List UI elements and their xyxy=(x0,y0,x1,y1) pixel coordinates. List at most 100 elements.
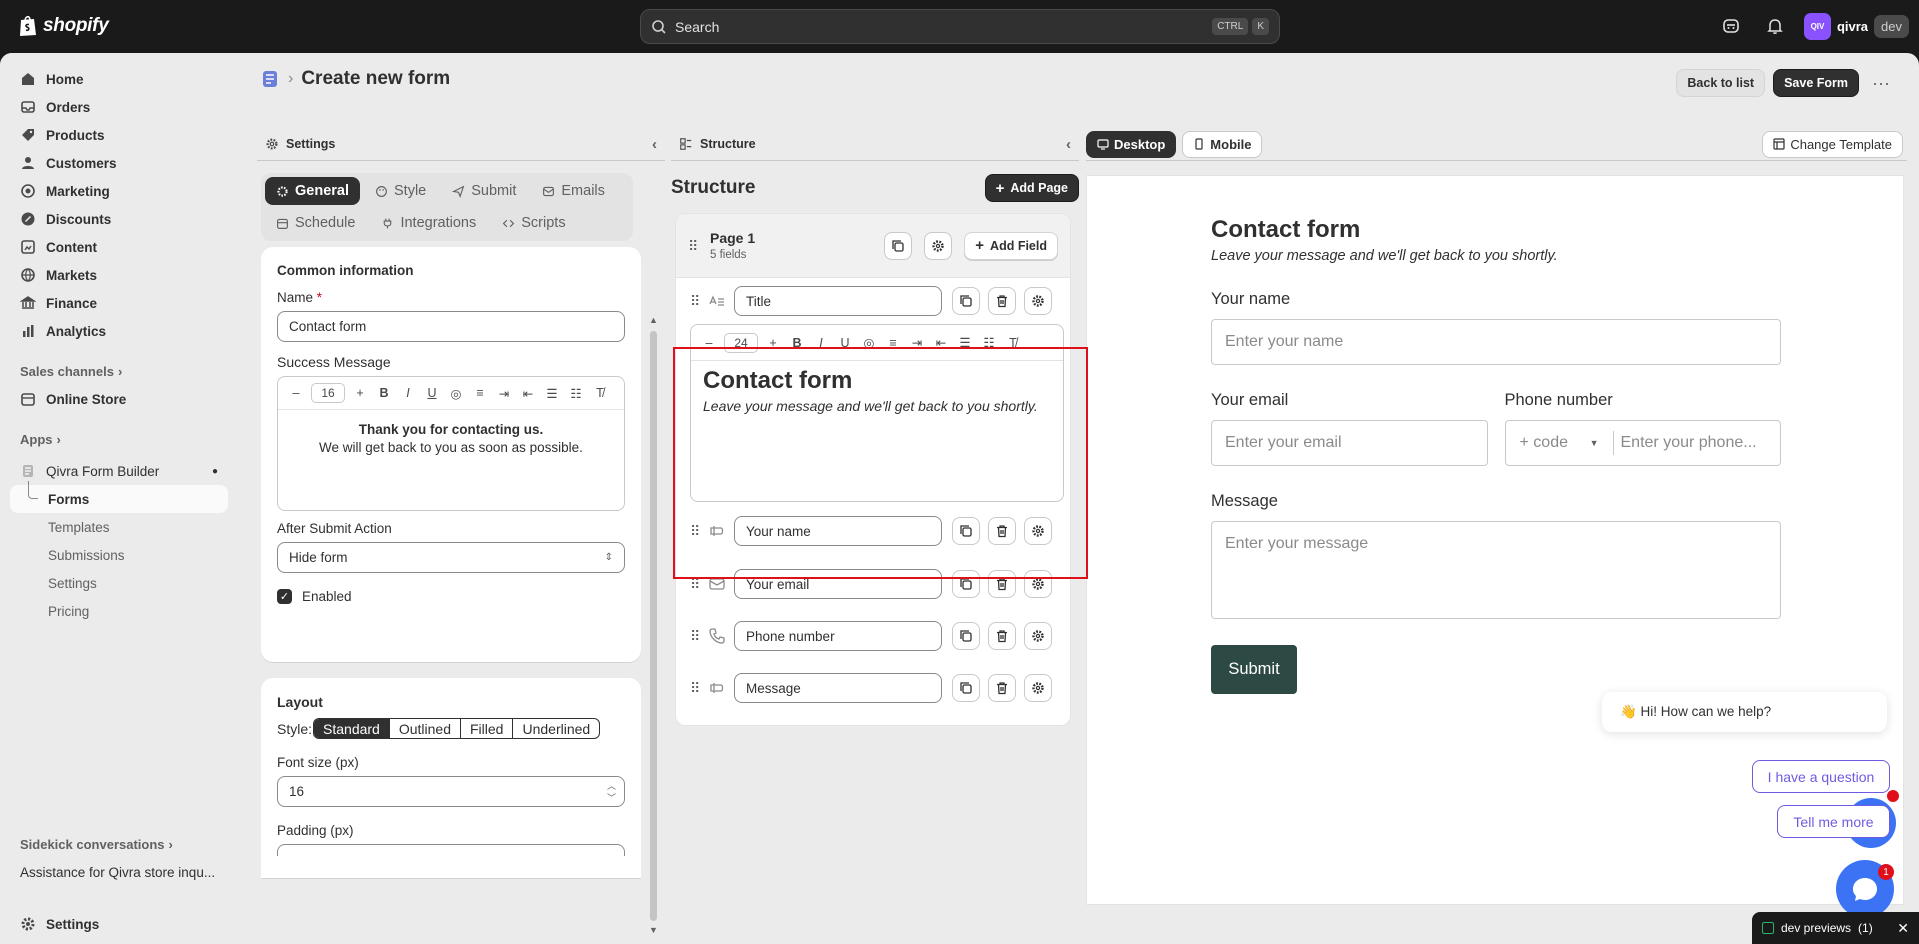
bullet-list-icon[interactable]: ☰ xyxy=(540,386,564,401)
sidebar-item-settings[interactable]: Settings xyxy=(10,910,228,938)
enabled-checkbox-row[interactable]: ✓ Enabled xyxy=(277,589,625,604)
sales-channels-header[interactable]: Sales channels › xyxy=(10,357,228,385)
change-template-button[interactable]: Change Template xyxy=(1762,130,1903,158)
color-palette-icon[interactable]: ◎ xyxy=(857,335,881,350)
sidebar-item-content[interactable]: Content xyxy=(10,233,228,261)
style-option-underlined[interactable]: Underlined xyxy=(512,719,599,738)
preview-submit-button[interactable]: Submit xyxy=(1211,645,1297,694)
style-option-outlined[interactable]: Outlined xyxy=(388,719,460,738)
font-size-input[interactable]: 16 xyxy=(311,383,345,403)
sidekick-conversation-item[interactable]: Assistance for Qivra store inqu... xyxy=(10,858,228,886)
tab-scripts[interactable]: Scripts xyxy=(491,209,576,237)
sidebar-item-analytics[interactable]: Analytics xyxy=(10,317,228,345)
form-name-input[interactable]: Contact form xyxy=(277,311,625,342)
duplicate-field-button[interactable] xyxy=(952,622,980,650)
tab-style[interactable]: Style xyxy=(364,177,437,205)
sidekick-header[interactable]: Sidekick conversations › xyxy=(10,830,228,858)
collapse-left-icon[interactable]: ‹ xyxy=(652,136,657,153)
font-increase-button[interactable]: + xyxy=(761,336,785,350)
sidebar-item-home[interactable]: Home xyxy=(10,65,228,93)
field-label-input[interactable]: Message xyxy=(734,673,942,703)
close-icon[interactable]: ✕ xyxy=(1897,920,1909,937)
italic-button[interactable]: I xyxy=(396,386,420,400)
add-page-button[interactable]: + Add Page xyxy=(984,174,1079,202)
bullet-list-icon[interactable]: ☰ xyxy=(953,335,977,350)
outdent-icon[interactable]: ⇤ xyxy=(516,386,540,401)
desktop-view-button[interactable]: Desktop xyxy=(1086,130,1177,158)
chat-option-question[interactable]: I have a question xyxy=(1752,760,1890,793)
tab-schedule[interactable]: Schedule xyxy=(265,209,366,237)
color-palette-icon[interactable]: ◎ xyxy=(444,386,468,401)
sidebar-item-marketing[interactable]: Marketing xyxy=(10,177,228,205)
sidekick-button[interactable] xyxy=(1716,11,1746,41)
bold-button[interactable]: B xyxy=(785,336,809,350)
phone-number-input[interactable]: Enter your phone... xyxy=(1614,434,1757,452)
country-code-select[interactable]: + code ▼ xyxy=(1506,431,1614,455)
sidebar-item-submissions[interactable]: Submissions xyxy=(10,541,228,569)
after-submit-select[interactable]: Hide form ⇕ xyxy=(277,542,625,573)
stepper-icon[interactable]: ︿ ﹀ xyxy=(607,780,616,804)
add-field-button[interactable]: + Add Field xyxy=(964,231,1058,260)
style-option-standard[interactable]: Standard xyxy=(314,719,389,738)
indent-icon[interactable]: ⇥ xyxy=(492,386,516,401)
drag-handle-icon[interactable]: ⠿ xyxy=(690,524,700,538)
page-settings-button[interactable] xyxy=(924,231,953,260)
sidebar-item-online-store[interactable]: Online Store xyxy=(10,385,228,413)
dev-previews-bar[interactable]: dev previews (1) ✕ xyxy=(1752,912,1919,944)
enabled-checkbox[interactable]: ✓ xyxy=(277,589,292,604)
sidebar-item-templates[interactable]: Templates xyxy=(10,513,228,541)
field-settings-button[interactable] xyxy=(1024,570,1052,598)
tab-emails[interactable]: Emails xyxy=(531,177,616,205)
padding-input[interactable] xyxy=(277,844,625,856)
field-label-input[interactable]: Title xyxy=(734,286,942,316)
sidebar-item-markets[interactable]: Markets xyxy=(10,261,228,289)
settings-scrollbar[interactable]: ▲ ▼ xyxy=(648,315,658,935)
sidebar-item-finance[interactable]: Finance xyxy=(10,289,228,317)
delete-field-button[interactable] xyxy=(988,570,1016,598)
italic-button[interactable]: I xyxy=(809,336,833,350)
underline-button[interactable]: U xyxy=(833,336,857,350)
font-decrease-button[interactable]: – xyxy=(697,336,721,350)
drag-handle-icon[interactable]: ⠿ xyxy=(688,239,698,253)
font-decrease-button[interactable]: – xyxy=(284,386,308,400)
field-settings-button[interactable] xyxy=(1024,622,1052,650)
field-label-input[interactable]: Your name xyxy=(734,516,942,546)
sidebar-item-products[interactable]: Products xyxy=(10,121,228,149)
scroll-up-icon[interactable]: ▲ xyxy=(649,315,658,325)
sidebar-item-forms[interactable]: Forms xyxy=(10,481,228,513)
align-icon[interactable]: ≡ xyxy=(468,386,492,400)
sidebar-item-pricing[interactable]: Pricing xyxy=(10,597,228,625)
editor-body[interactable]: Contact form Leave your message and we'l… xyxy=(691,361,1063,422)
chat-option-tell-more[interactable]: Tell me more xyxy=(1777,805,1890,838)
field-label-input[interactable]: Your email xyxy=(734,569,942,599)
sidebar-item-discounts[interactable]: Discounts xyxy=(10,205,228,233)
delete-field-button[interactable] xyxy=(988,517,1016,545)
duplicate-field-button[interactable] xyxy=(952,674,980,702)
back-to-list-button[interactable]: Back to list xyxy=(1676,69,1766,97)
forms-app-icon[interactable] xyxy=(260,69,280,89)
numbered-list-icon[interactable]: ☷ xyxy=(564,386,588,401)
preview-message-textarea[interactable]: Enter your message xyxy=(1211,521,1781,619)
clear-format-icon[interactable]: T̸ xyxy=(1001,336,1025,350)
store-menu[interactable]: QIV qivra dev xyxy=(1803,12,1909,40)
delete-field-button[interactable] xyxy=(988,287,1016,315)
style-option-filled[interactable]: Filled xyxy=(460,719,512,738)
field-label-input[interactable]: Phone number xyxy=(734,621,942,651)
font-size-input[interactable]: 24 xyxy=(724,332,758,353)
tab-general[interactable]: General xyxy=(265,177,360,205)
more-actions-button[interactable]: ··· xyxy=(1867,69,1895,97)
numbered-list-icon[interactable]: ☷ xyxy=(977,335,1001,350)
delete-field-button[interactable] xyxy=(988,622,1016,650)
mobile-view-button[interactable]: Mobile xyxy=(1182,130,1263,158)
drag-handle-icon[interactable]: ⠿ xyxy=(690,681,700,695)
duplicate-field-button[interactable] xyxy=(952,287,980,315)
field-settings-button[interactable] xyxy=(1024,517,1052,545)
sidebar-item-customers[interactable]: Customers xyxy=(10,149,228,177)
sidebar-item-orders[interactable]: Orders xyxy=(10,93,228,121)
field-settings-button[interactable] xyxy=(1024,674,1052,702)
sidebar-item-app-settings[interactable]: Settings xyxy=(10,569,228,597)
duplicate-page-button[interactable] xyxy=(884,231,913,260)
duplicate-field-button[interactable] xyxy=(952,570,980,598)
apps-header[interactable]: Apps › xyxy=(10,425,228,453)
drag-handle-icon[interactable]: ⠿ xyxy=(690,577,700,591)
